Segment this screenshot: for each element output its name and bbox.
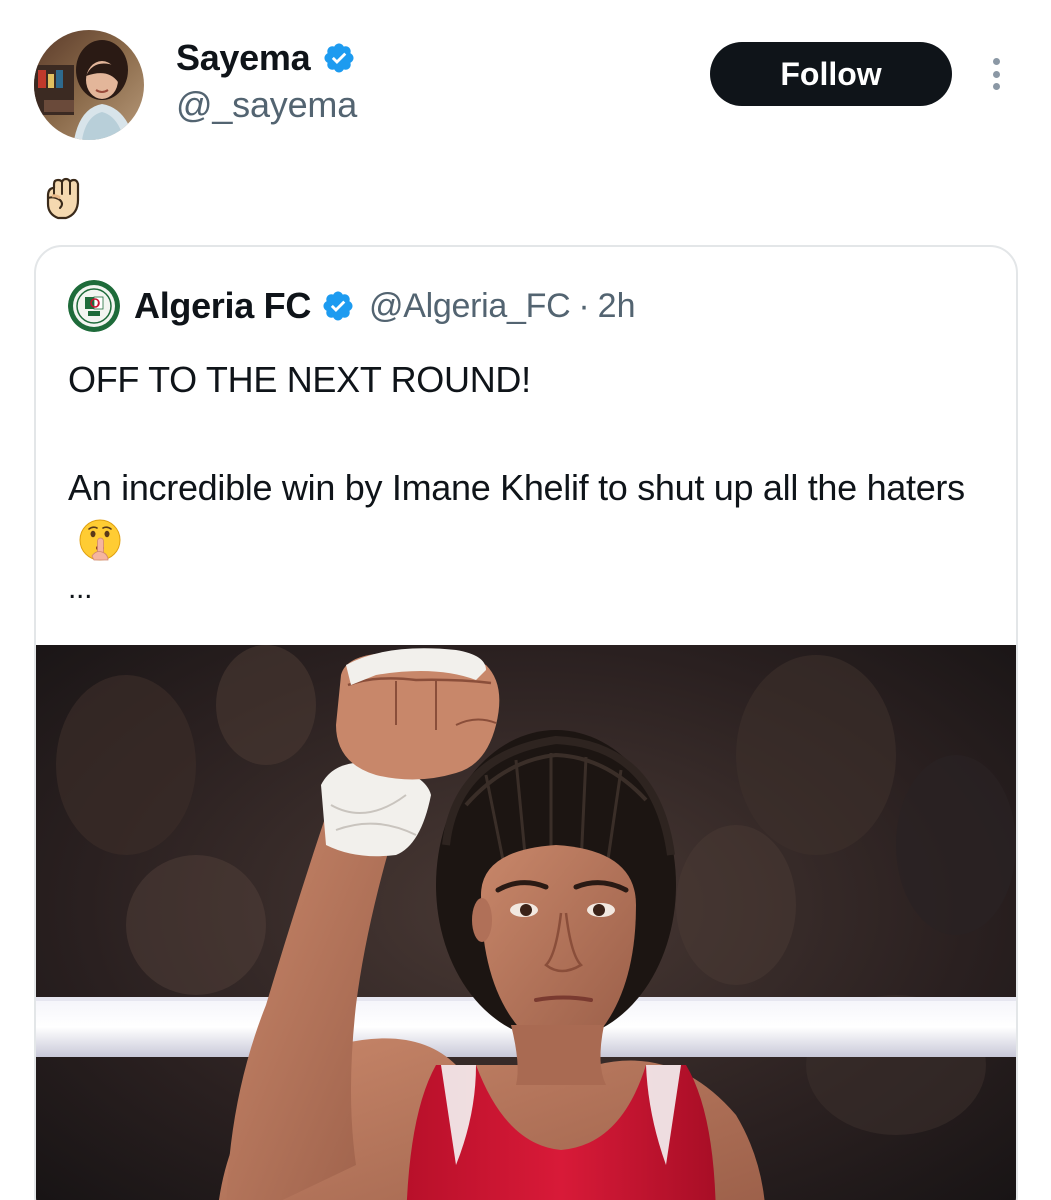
quoted-author-handle[interactable]: @Algeria_FC: [369, 287, 571, 326]
algeria-fc-logo-icon: [68, 280, 120, 332]
quoted-text-ellipsis: ...: [68, 572, 93, 605]
quoted-text-body: An incredible win by Imane Khelif to shu…: [68, 467, 965, 508]
quoted-text-line2: An incredible win by Imane Khelif to shu…: [68, 461, 968, 569]
more-dot: [992, 83, 1000, 90]
author-name-row[interactable]: Sayema: [176, 36, 356, 80]
author-handle[interactable]: @_sayema: [176, 84, 357, 126]
quoted-avatar[interactable]: [68, 280, 120, 332]
tweet-view: Sayema @_sayema Follow Algeria FC @Alger…: [0, 0, 1051, 1200]
more-options-icon[interactable]: [986, 54, 1006, 94]
boxer-photo: [36, 645, 1016, 1200]
verified-badge-icon: [324, 43, 354, 73]
raised-fist-emoji: [38, 174, 86, 222]
quoted-tweet-text: OFF TO THE NEXT ROUND! An incredible win…: [68, 353, 968, 609]
quoted-tweet-image[interactable]: [36, 645, 1016, 1200]
verified-badge-icon: [323, 291, 353, 321]
quoted-text-line1: OFF TO THE NEXT ROUND!: [68, 359, 531, 400]
author-name[interactable]: Sayema: [176, 37, 311, 79]
avatar-photo: [34, 30, 144, 140]
separator-dot: ·: [578, 286, 590, 325]
follow-button[interactable]: Follow: [710, 42, 952, 106]
quoted-timestamp[interactable]: 2h: [598, 287, 636, 326]
more-dot: [992, 70, 1000, 78]
author-avatar[interactable]: [34, 30, 144, 140]
more-dot: [992, 58, 1000, 65]
quoted-tweet-card[interactable]: Algeria FC @Algeria_FC · 2h OFF TO THE N…: [34, 245, 1018, 1200]
shushing-face-emoji: [79, 519, 121, 561]
quoted-author-name[interactable]: Algeria FC: [134, 285, 311, 327]
quoted-tweet-header: Algeria FC @Algeria_FC · 2h: [68, 280, 636, 332]
